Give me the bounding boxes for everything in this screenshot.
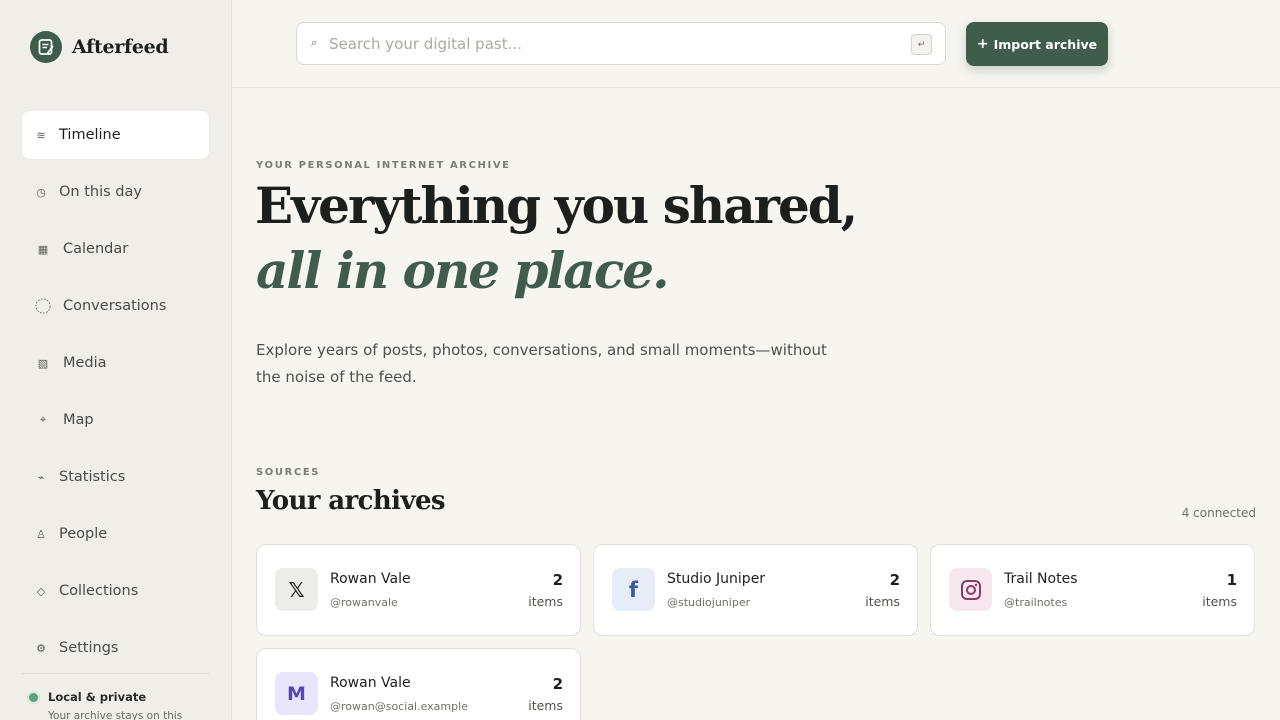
chat-bubble-icon	[35, 298, 51, 314]
sidebar-item-settings[interactable]: ⚙ Settings	[22, 624, 209, 672]
topbar: ⌕ ↵ + Import archive	[232, 0, 1280, 88]
import-archive-button[interactable]: + Import archive	[966, 22, 1108, 66]
sidebar-item-calendar[interactable]: ▦ Calendar	[22, 225, 209, 273]
archive-name: Rowan Vale	[330, 675, 411, 691]
sidebar-item-conversations[interactable]: Conversations	[22, 282, 209, 330]
sidebar-item-collections[interactable]: ◇ Collections	[22, 567, 209, 615]
sidebar-item-on-this-day[interactable]: ◷ On this day	[22, 168, 209, 216]
archive-handle: @rowanvale	[330, 596, 398, 609]
section-title: Your archives	[256, 486, 446, 516]
sidebar-item-media[interactable]: ▧ Media	[22, 339, 209, 387]
gear-icon: ⚙	[36, 641, 46, 655]
archive-count: 1	[1226, 571, 1237, 589]
sidebar-item-label: Map	[63, 412, 94, 428]
archive-card-instagram[interactable]: Trail Notes @trailnotes 1 items	[930, 544, 1255, 636]
hero-title-line1: Everything you shared,	[255, 176, 858, 235]
mastodon-icon: M	[275, 672, 318, 715]
sidebar-divider	[22, 673, 209, 674]
archive-handle: @trailnotes	[1004, 596, 1068, 609]
instagram-icon	[949, 568, 992, 611]
import-archive-label: Import archive	[993, 36, 1098, 52]
app-name: Afterfeed	[72, 36, 169, 58]
privacy-title: Local & private	[48, 690, 147, 704]
sidebar-item-label: Statistics	[59, 469, 126, 485]
status-dot-icon	[29, 693, 38, 702]
calendar-icon: ▦	[37, 242, 49, 256]
sidebar-item-timeline[interactable]: ≋ Timeline	[22, 111, 209, 159]
plus-icon: +	[976, 36, 989, 52]
statistics-icon: ⌁	[37, 470, 45, 484]
clock-icon: ◷	[36, 185, 46, 199]
archive-name: Studio Juniper	[667, 571, 766, 587]
archive-count: 2	[889, 571, 900, 589]
collections-icon: ◇	[36, 584, 46, 598]
sidebar-item-people[interactable]: ♙ People	[22, 510, 209, 558]
archive-name: Rowan Vale	[330, 571, 411, 587]
timeline-icon: ≋	[36, 128, 46, 142]
enter-key-icon: ↵	[911, 34, 932, 55]
archive-handle: @studiojuniper	[667, 596, 751, 609]
archive-unit: items	[865, 594, 900, 609]
sidebar-item-label: Conversations	[63, 298, 167, 314]
sidebar-item-label: Collections	[59, 583, 139, 599]
search-box[interactable]: ⌕ ↵	[296, 22, 946, 65]
sidebar-item-map[interactable]: ⌖ Map	[22, 396, 209, 444]
archive-card-facebook[interactable]: f Studio Juniper @studiojuniper 2 items	[593, 544, 918, 636]
afterfeed-logo-icon	[30, 31, 62, 63]
archive-card-x[interactable]: 𝕏 Rowan Vale @rowanvale 2 items	[256, 544, 581, 636]
privacy-subtitle: Your archive stays on this	[48, 710, 183, 720]
x-icon: 𝕏	[275, 568, 318, 611]
archive-card-mastodon[interactable]: M Rowan Vale @rowan@social.example 2 ite…	[256, 648, 581, 720]
sidebar-item-label: Settings	[59, 640, 119, 656]
connected-count: 4 connected	[1181, 506, 1256, 520]
sidebar-item-label: On this day	[59, 184, 142, 200]
sources-eyebrow: SOURCES	[256, 467, 321, 478]
archive-name: Trail Notes	[1004, 571, 1078, 587]
hero-description: Explore years of posts, photos, conversa…	[256, 341, 827, 386]
sidebar-item-label: People	[59, 526, 108, 542]
hero-eyebrow: YOUR PERSONAL INTERNET ARCHIVE	[256, 160, 511, 171]
archive-unit: items	[1202, 594, 1237, 609]
sidebar-item-label: Timeline	[59, 127, 121, 143]
brand[interactable]: Afterfeed	[30, 31, 169, 63]
archive-count: 2	[552, 675, 563, 693]
archive-count: 2	[552, 571, 563, 589]
search-input[interactable]	[329, 34, 889, 54]
search-icon: ⌕	[311, 36, 318, 49]
sidebar-item-label: Calendar	[63, 241, 129, 257]
sidebar: Afterfeed ≋ Timeline ◷ On this day ▦ Cal…	[0, 0, 232, 720]
media-icon: ▧	[37, 356, 49, 370]
archive-handle: @rowan@social.example	[330, 700, 468, 713]
hero-title-line2: all in one place.	[256, 241, 669, 300]
sidebar-item-label: Media	[63, 355, 107, 371]
archive-unit: items	[528, 698, 563, 713]
facebook-icon: f	[612, 568, 655, 611]
map-icon: ⌖	[39, 413, 47, 426]
sidebar-item-statistics[interactable]: ⌁ Statistics	[22, 453, 209, 501]
archive-unit: items	[528, 594, 563, 609]
people-icon: ♙	[36, 527, 46, 541]
